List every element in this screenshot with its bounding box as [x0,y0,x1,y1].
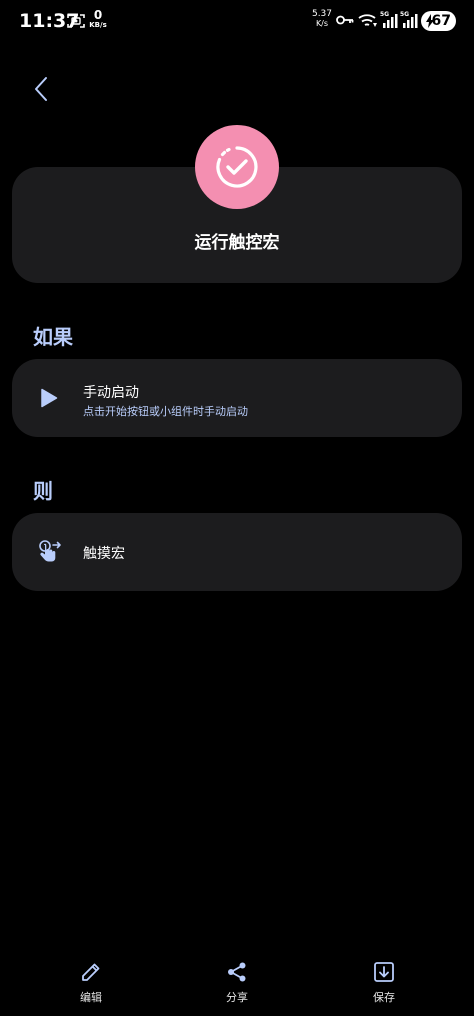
net-speed-right: 5.37 K/s [311,9,333,28]
bottom-toolbar: 编辑 分享 保存 [0,955,474,1016]
trigger-title: 手动启动 [83,385,139,401]
share-button[interactable]: 分享 [197,961,277,1005]
section-then-label: 则 [33,479,53,503]
macro-title: 运行触控宏 [194,233,280,253]
signal-strength-icon: 5G [400,11,418,29]
touch-gesture-icon [39,540,61,562]
save-button[interactable]: 保存 [344,961,424,1005]
trigger-card[interactable]: 手动启动 点击开始按钮或小组件时手动启动 [12,359,462,437]
screenshot-icon [67,14,85,28]
check-timer-icon [216,146,258,188]
status-bar: 11:37 0 KB/s 5.37 K/s 5G 5G 67 [0,0,474,42]
action-card[interactable]: 触摸宏 [12,513,462,591]
edit-button[interactable]: 编辑 [51,961,131,1005]
share-label: 分享 [226,991,248,1004]
save-download-icon [374,962,394,982]
chevron-left-icon [35,77,47,101]
section-if-label: 如果 [33,325,73,349]
signal-strength-icon: 5G [380,11,398,29]
trigger-subtitle: 点击开始按钮或小组件时手动启动 [83,405,248,418]
battery-indicator: 67 [421,11,456,31]
macro-icon [195,125,279,209]
back-button[interactable] [26,72,56,106]
charging-bolt-icon [426,14,434,28]
save-label: 保存 [373,991,395,1004]
action-icon [34,537,64,567]
key-icon [336,15,354,25]
wifi-icon [358,14,377,27]
trigger-icon [34,383,64,413]
play-icon [41,388,58,408]
share-icon [228,962,246,982]
pencil-icon [82,963,100,981]
net-speed-left: 0 KB/s [89,8,107,29]
action-title: 触摸宏 [83,546,125,562]
edit-label: 编辑 [80,991,102,1004]
